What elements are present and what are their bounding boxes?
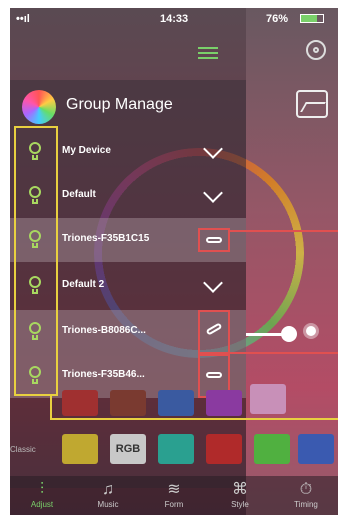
gear-icon[interactable] (306, 40, 326, 60)
color-swatch[interactable] (254, 434, 290, 464)
link-icon (206, 372, 222, 378)
clock: 14:33 (160, 13, 189, 25)
color-swatch[interactable] (158, 434, 194, 464)
sliders-icon: ⫶ (39, 481, 44, 498)
chevron-down-icon[interactable] (203, 273, 223, 293)
color-orb-icon (22, 90, 56, 124)
device-label: Triones-F35B1C15 (62, 233, 150, 244)
tab-form[interactable]: ≋ Form (142, 476, 206, 515)
wave-icon: ≋ (167, 481, 181, 498)
bulb-highlight-box (14, 126, 58, 396)
tab-style[interactable]: ⌘ Style (208, 476, 272, 515)
color-swatch[interactable] (62, 390, 98, 416)
highlight-line (230, 230, 338, 232)
music-note-icon: ♫ (102, 481, 114, 498)
color-swatch[interactable] (110, 390, 146, 416)
tab-adjust[interactable]: ⫶ Adjust (10, 476, 74, 515)
sun-icon (306, 326, 316, 336)
color-swatch[interactable] (250, 384, 286, 414)
rgb-swatch[interactable]: RGB (110, 434, 146, 464)
list-icon[interactable] (198, 44, 218, 60)
highlight-line (50, 418, 338, 420)
device-label: Triones-F35B46... (62, 369, 145, 380)
chevron-down-icon[interactable] (203, 139, 223, 159)
highlight-line (50, 396, 52, 420)
broken-link-icon (205, 322, 223, 336)
group-label: Default 2 (62, 279, 105, 290)
image-icon[interactable] (296, 90, 328, 118)
timer-icon: ⏱ (299, 481, 313, 498)
unlink-button[interactable] (198, 310, 230, 354)
command-icon: ⌘ (232, 481, 248, 498)
color-swatch[interactable] (206, 434, 242, 464)
brightness-slider-knob[interactable] (281, 326, 297, 342)
link-button[interactable] (198, 228, 230, 252)
link-icon (206, 237, 222, 243)
group-label: My Device (62, 145, 111, 156)
app-screen: ••ıl 14:33 76% Group Manage My Device De… (10, 8, 338, 515)
panel-header: Group Manage (22, 88, 246, 124)
battery-percent: 76% (266, 13, 289, 25)
chevron-down-icon[interactable] (203, 183, 223, 203)
highlight-line (230, 352, 338, 354)
tab-timing[interactable]: ⏱ Timing (274, 476, 338, 515)
group-label: Default (62, 189, 96, 200)
status-bar: ••ıl 14:33 76% (10, 8, 338, 30)
classic-label: Classic (10, 445, 36, 454)
color-swatch[interactable] (158, 390, 194, 416)
signal-indicator: ••ıl (16, 13, 30, 25)
color-swatch[interactable] (298, 434, 334, 464)
tab-music[interactable]: ♫ Music (76, 476, 140, 515)
page-title: Group Manage (66, 96, 173, 113)
color-swatch[interactable] (206, 390, 242, 416)
device-label: Triones-B8086C... (62, 325, 146, 336)
color-swatch[interactable] (62, 434, 98, 464)
tab-bar: ⫶ Adjust ♫ Music ≋ Form ⌘ Style ⏱ Timing (10, 476, 338, 515)
battery-icon (300, 14, 324, 23)
top-bar (10, 30, 338, 80)
